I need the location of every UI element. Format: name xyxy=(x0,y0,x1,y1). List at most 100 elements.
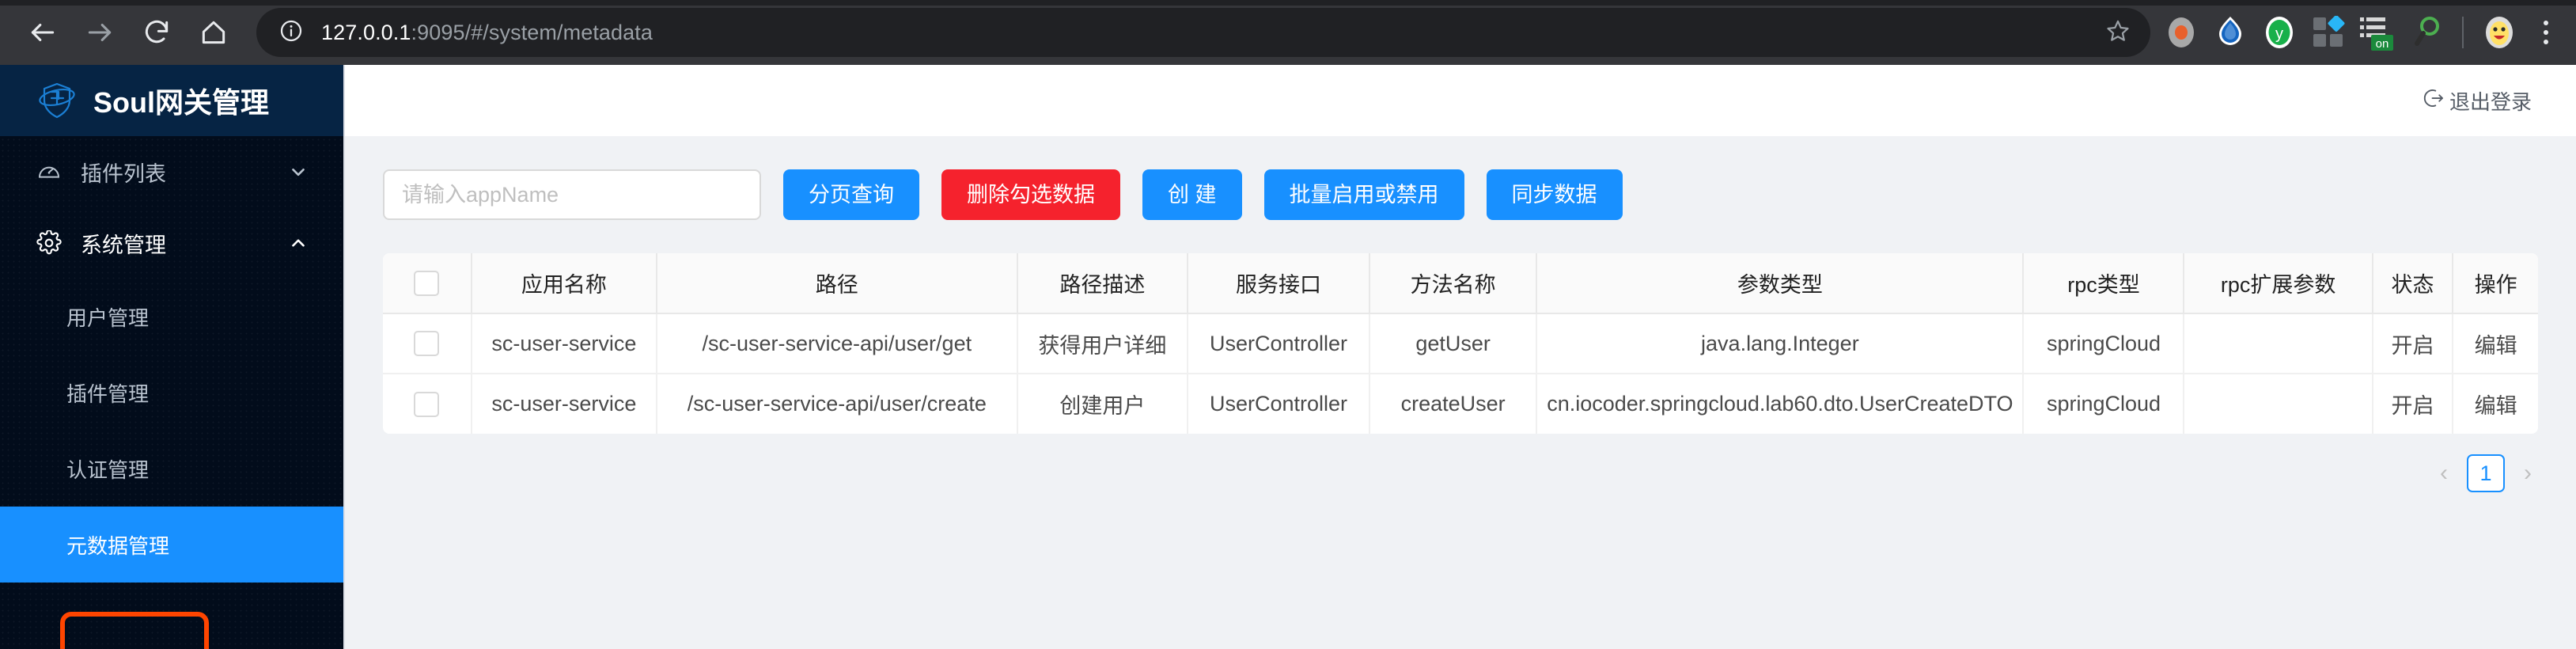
top-bar: 退出登录 xyxy=(345,65,2576,136)
sidebar-subitem-label: 认证管理 xyxy=(66,457,150,482)
sync-data-button[interactable]: 同步数据 xyxy=(1486,169,1623,220)
home-icon xyxy=(199,17,229,47)
profile-avatar-icon[interactable] xyxy=(2475,8,2524,57)
logout-label: 退出登录 xyxy=(2449,89,2532,114)
row-checkbox-cell xyxy=(383,313,472,374)
browser-chrome: 127.0.0.1:9095/#/system/metadata y on xyxy=(0,0,2576,65)
edit-link[interactable]: 编辑 xyxy=(2453,374,2538,434)
sidebar-subitem-user-management[interactable]: 用户管理 xyxy=(0,279,343,355)
reload-icon xyxy=(142,17,172,47)
sidebar-subitem-metadata-management[interactable]: 元数据管理 xyxy=(0,507,343,583)
logout-icon xyxy=(2423,86,2449,116)
sidebar-submenu: 用户管理 插件管理 认证管理 元数据管理 xyxy=(0,279,343,583)
cell-method: createUser xyxy=(1369,374,1538,434)
table-row: sc-user-service /sc-user-service-api/use… xyxy=(383,313,2538,374)
extension-blocks[interactable] xyxy=(2304,8,2353,57)
extension-yoast-green[interactable]: y xyxy=(2255,8,2304,57)
header-app-name: 应用名称 xyxy=(471,253,657,314)
edit-link[interactable]: 编辑 xyxy=(2453,313,2538,374)
header-status: 状态 xyxy=(2372,253,2454,314)
header-rpc-ext: rpc扩展参数 xyxy=(2184,253,2373,314)
delete-selected-button[interactable]: 删除勾选数据 xyxy=(941,169,1120,220)
header-method: 方法名称 xyxy=(1369,253,1538,314)
select-all-checkbox[interactable] xyxy=(414,270,440,296)
cell-rpc-ext xyxy=(2184,374,2373,434)
forward-arrow-icon xyxy=(85,17,115,47)
url-path: :9095/#/system/metadata xyxy=(411,20,653,44)
sidebar-item-label: 系统管理 xyxy=(81,233,166,257)
three-dots-menu-icon[interactable] xyxy=(2524,8,2568,57)
extension-orange-circle[interactable] xyxy=(2157,8,2206,57)
sidebar-menu: 插件列表 系统管理 用户管理 插件管理 认证管理 元数据管理 xyxy=(0,136,343,583)
app-shell: Soul网关管理 插件列表 系统管理 用户管理 插件管理 认证管理 元数据管理 … xyxy=(0,65,2576,649)
cell-method: getUser xyxy=(1369,313,1538,374)
chevron-left-icon[interactable]: ‹ xyxy=(2435,460,2453,487)
logout-button[interactable]: 退出登录 xyxy=(2423,86,2532,116)
header-param-type: 参数类型 xyxy=(1536,253,2025,314)
sidebar-item-system-management[interactable]: 系统管理 xyxy=(0,207,343,279)
header-select-all xyxy=(383,253,472,314)
soul-shield-logo-icon xyxy=(35,78,79,123)
row-checkbox[interactable] xyxy=(414,331,440,357)
sidebar: Soul网关管理 插件列表 系统管理 用户管理 插件管理 认证管理 元数据管理 xyxy=(0,65,343,649)
forward-button[interactable] xyxy=(71,4,128,61)
chevron-up-icon xyxy=(288,233,309,253)
sidebar-item-plugin-list[interactable]: 插件列表 xyxy=(0,136,343,207)
create-button[interactable]: 创 建 xyxy=(1142,169,1242,220)
batch-enable-disable-button[interactable]: 批量启用或禁用 xyxy=(1263,169,1464,220)
page-number-1[interactable]: 1 xyxy=(2467,454,2505,492)
sidebar-subitem-plugin-management[interactable]: 插件管理 xyxy=(0,355,343,431)
info-circle-icon[interactable] xyxy=(278,18,304,47)
header-rpc-type: rpc类型 xyxy=(2023,253,2185,314)
tab-strip xyxy=(0,0,2576,6)
reload-button[interactable] xyxy=(128,4,185,61)
bookmark-star-icon[interactable] xyxy=(2104,17,2131,48)
extensions-bar: y on xyxy=(2157,8,2576,57)
cell-service: UserController xyxy=(1188,374,1370,434)
cell-path: /sc-user-service-api/user/create xyxy=(656,374,1018,434)
search-input[interactable] xyxy=(383,169,761,220)
sidebar-subitem-auth-management[interactable]: 认证管理 xyxy=(0,431,343,507)
address-bar[interactable]: 127.0.0.1:9095/#/system/metadata xyxy=(256,8,2150,57)
pagination: ‹ 1 › xyxy=(383,434,2538,492)
table-header-row: 应用名称 路径 路径描述 服务接口 方法名称 参数类型 rpc类型 rpc扩展参… xyxy=(383,253,2538,314)
back-button[interactable] xyxy=(14,4,71,61)
cell-app-name: sc-user-service xyxy=(471,374,657,434)
chevron-down-icon xyxy=(288,161,309,182)
metadata-table: 应用名称 路径 路径描述 服务接口 方法名称 参数类型 rpc类型 rpc扩展参… xyxy=(383,253,2538,434)
cell-app-name: sc-user-service xyxy=(471,313,657,374)
extension-blue-drop[interactable] xyxy=(2206,8,2255,57)
metadata-highlight-box xyxy=(60,612,209,649)
header-operation: 操作 xyxy=(2453,253,2538,314)
cell-path-desc: 获得用户详细 xyxy=(1017,313,1189,374)
main-area: 退出登录 分页查询 删除勾选数据 创 建 批量启用或禁用 同步数据 xyxy=(343,65,2576,649)
cell-rpc-type: springCloud xyxy=(2023,313,2185,374)
home-button[interactable] xyxy=(185,4,242,61)
status-badge: 开启 xyxy=(2372,374,2454,434)
chevron-right-icon[interactable]: › xyxy=(2519,460,2536,487)
url-host: 127.0.0.1 xyxy=(321,20,411,44)
row-checkbox[interactable] xyxy=(414,391,440,417)
extension-list-on[interactable]: on xyxy=(2353,8,2402,57)
sidebar-subitem-label: 插件管理 xyxy=(66,381,150,406)
cell-param-type: java.lang.Integer xyxy=(1536,313,2025,374)
content-panel: 分页查询 删除勾选数据 创 建 批量启用或禁用 同步数据 xyxy=(345,136,2576,649)
cell-rpc-ext xyxy=(2184,313,2373,374)
header-path: 路径 xyxy=(656,253,1018,314)
gear-icon xyxy=(36,230,68,256)
sidebar-subitem-label: 用户管理 xyxy=(66,306,150,330)
brand-title: Soul网关管理 xyxy=(93,86,269,119)
cell-param-type: cn.iocoder.springcloud.lab60.dto.UserCre… xyxy=(1536,374,2025,434)
extension-magnifier[interactable] xyxy=(2402,8,2451,57)
header-path-desc: 路径描述 xyxy=(1017,253,1189,314)
back-arrow-icon xyxy=(28,17,58,47)
status-badge: 开启 xyxy=(2372,313,2454,374)
metadata-table-card: 应用名称 路径 路径描述 服务接口 方法名称 参数类型 rpc类型 rpc扩展参… xyxy=(383,253,2538,434)
header-service: 服务接口 xyxy=(1188,253,1370,314)
paged-query-button[interactable]: 分页查询 xyxy=(783,169,919,220)
cell-service: UserController xyxy=(1188,313,1370,374)
dashboard-icon xyxy=(36,159,68,184)
url-text: 127.0.0.1:9095/#/system/metadata xyxy=(321,21,2095,45)
toolbar-divider xyxy=(2462,17,2464,48)
brand-header[interactable]: Soul网关管理 xyxy=(0,65,343,136)
